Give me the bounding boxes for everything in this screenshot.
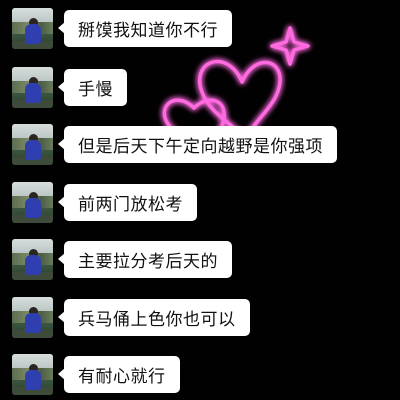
- avatar[interactable]: [12, 8, 53, 49]
- message-bubble[interactable]: 掰馍我知道你不行: [58, 10, 232, 47]
- message-row: 主要拉分考后天的: [12, 239, 232, 280]
- avatar[interactable]: [12, 297, 53, 338]
- message-row: 有耐心就行: [12, 354, 180, 395]
- message-bubble[interactable]: 手慢: [58, 69, 127, 106]
- avatar[interactable]: [12, 124, 53, 165]
- message-bubble[interactable]: 有耐心就行: [58, 356, 180, 393]
- avatar[interactable]: [12, 67, 53, 108]
- message-list: 掰馍我知道你不行 手慢 但是后天下午定向越野是你强项 前两门放松考 主要拉分考后…: [0, 0, 400, 400]
- message-row: 手慢: [12, 67, 127, 108]
- message-bubble[interactable]: 主要拉分考后天的: [58, 241, 232, 278]
- message-text: 手慢: [78, 80, 113, 100]
- message-text: 但是后天下午定向越野是你强项: [78, 137, 323, 157]
- message-row: 掰馍我知道你不行: [12, 8, 232, 49]
- message-row: 兵马俑上色你也可以: [12, 297, 250, 338]
- chat-screen: 掰馍我知道你不行 手慢 但是后天下午定向越野是你强项 前两门放松考 主要拉分考后…: [0, 0, 400, 400]
- message-bubble[interactable]: 兵马俑上色你也可以: [58, 299, 250, 336]
- message-text: 掰馍我知道你不行: [78, 21, 218, 41]
- message-row: 但是后天下午定向越野是你强项: [12, 124, 337, 165]
- message-bubble[interactable]: 前两门放松考: [58, 184, 197, 221]
- message-bubble[interactable]: 但是后天下午定向越野是你强项: [58, 126, 337, 163]
- message-row: 前两门放松考: [12, 182, 197, 223]
- avatar[interactable]: [12, 354, 53, 395]
- message-text: 主要拉分考后天的: [78, 252, 218, 272]
- message-text: 前两门放松考: [78, 195, 183, 215]
- message-text: 有耐心就行: [78, 367, 166, 387]
- message-text: 兵马俑上色你也可以: [78, 310, 236, 330]
- avatar[interactable]: [12, 182, 53, 223]
- avatar[interactable]: [12, 239, 53, 280]
